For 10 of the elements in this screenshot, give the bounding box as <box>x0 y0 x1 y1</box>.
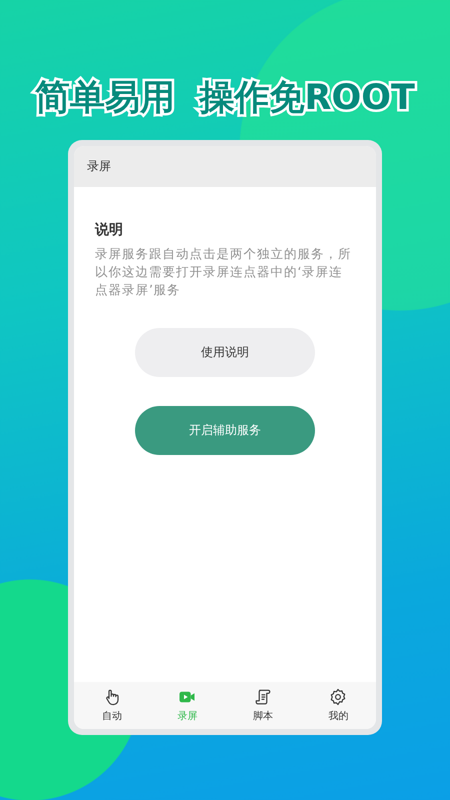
instructions-button[interactable]: 使用说明 <box>135 328 315 377</box>
settings-icon <box>329 688 348 706</box>
nav-tab[interactable]: 我的 <box>300 682 376 729</box>
description-text: 录屏服务跟自动点击是两个独立的服务，所以你这边需要打开录屏连点器中的‘录屏连点器录屏’服务 <box>95 245 352 299</box>
scroll-icon <box>254 688 272 706</box>
nav-tab[interactable]: 脚本 <box>225 682 300 729</box>
headline: 简单易用 操作免ROOT <box>34 77 416 120</box>
section-title: 说明 <box>95 221 124 239</box>
app-bar-title: 录屏 <box>87 158 111 175</box>
nav-tab[interactable]: 自动 <box>74 682 150 729</box>
